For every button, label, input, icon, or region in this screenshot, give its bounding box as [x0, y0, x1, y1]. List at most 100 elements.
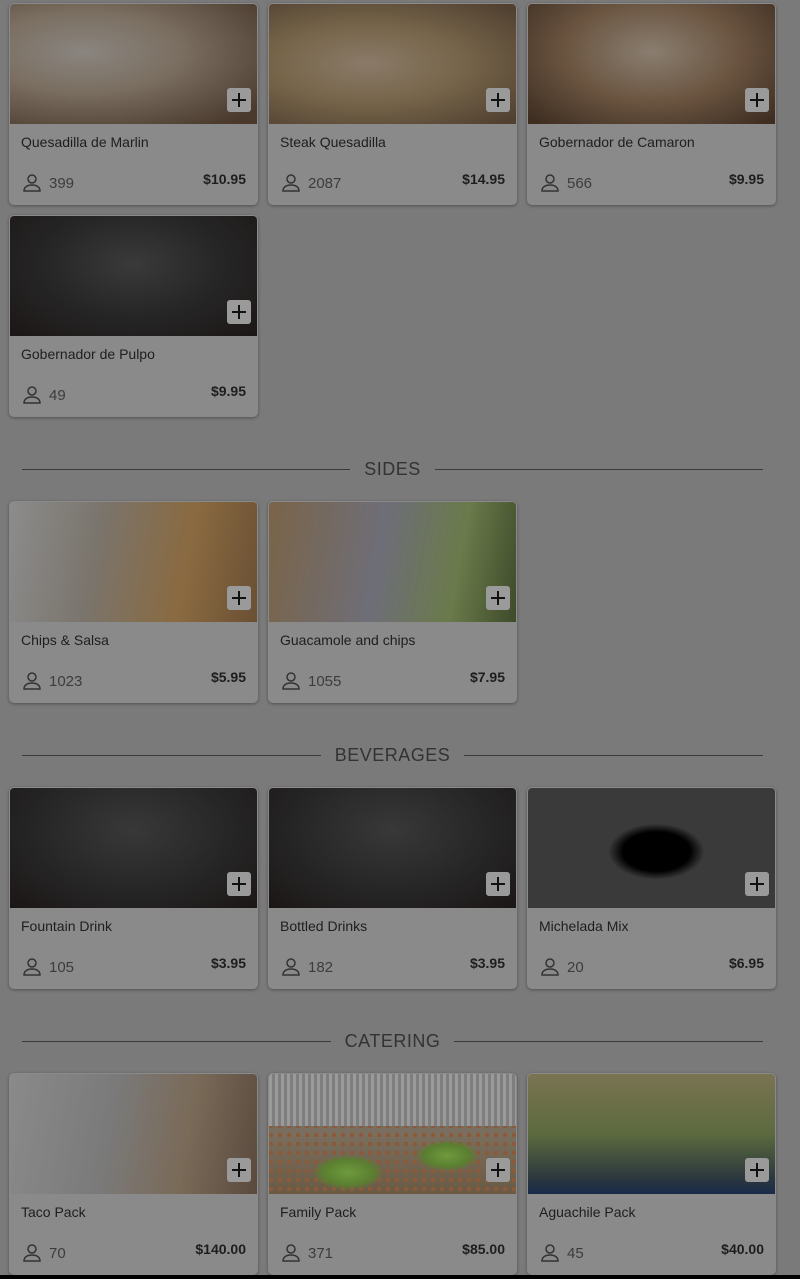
- menu-item-card[interactable]: Guacamole and chips 1055 $7.95: [268, 501, 517, 703]
- plus-icon: [750, 93, 764, 107]
- order-count-value: 1023: [49, 672, 83, 690]
- add-to-cart-button[interactable]: [486, 586, 510, 610]
- item-image: [10, 502, 257, 622]
- section-title: CATERING: [330, 1031, 455, 1051]
- item-price: $9.95: [210, 383, 246, 399]
- person-icon: [282, 958, 300, 976]
- add-to-cart-button[interactable]: [227, 1158, 251, 1182]
- person-icon: [541, 174, 559, 192]
- order-count-value: 566: [567, 174, 593, 192]
- item-image: [528, 1074, 775, 1194]
- add-to-cart-button[interactable]: [227, 586, 251, 610]
- menu-item-card[interactable]: Family Pack 371 $85.00: [268, 1073, 517, 1275]
- add-to-cart-button[interactable]: [227, 300, 251, 324]
- plus-icon: [232, 305, 246, 319]
- person-icon: [282, 174, 300, 192]
- section-title: SIDES: [350, 459, 435, 479]
- person-icon: [23, 174, 41, 192]
- menu-item-card[interactable]: Michelada Mix 20 $6.95: [527, 787, 776, 989]
- order-count-value: 20: [567, 958, 584, 976]
- add-to-cart-button[interactable]: [745, 1158, 769, 1182]
- item-image: [528, 788, 775, 908]
- item-price: $3.95: [210, 955, 246, 971]
- order-count-value: 105: [49, 958, 75, 976]
- item-image: [528, 4, 775, 124]
- item-name: Family Pack: [280, 1204, 357, 1220]
- person-icon: [282, 672, 300, 690]
- add-to-cart-button[interactable]: [486, 88, 510, 112]
- order-count-value: 371: [308, 1244, 334, 1262]
- order-count-value: 45: [567, 1244, 584, 1262]
- add-to-cart-button[interactable]: [745, 88, 769, 112]
- item-image: [10, 216, 257, 336]
- add-to-cart-button[interactable]: [486, 872, 510, 896]
- plus-icon: [232, 591, 246, 605]
- section-header-beverages: BEVERAGES: [22, 744, 763, 766]
- item-price: $6.95: [728, 955, 764, 971]
- menu-item-card[interactable]: Quesadilla de Marlin 399 $10.95: [9, 3, 258, 205]
- person-icon: [282, 1244, 300, 1262]
- add-to-cart-button[interactable]: [486, 1158, 510, 1182]
- item-name: Chips & Salsa: [21, 632, 109, 648]
- order-count: 49: [22, 385, 66, 405]
- order-count-value: 70: [49, 1244, 66, 1262]
- item-name: Gobernador de Pulpo: [21, 346, 155, 362]
- item-price: $14.95: [462, 171, 505, 187]
- plus-icon: [750, 1163, 764, 1177]
- item-price: $7.95: [469, 669, 505, 685]
- order-count: 182: [281, 957, 333, 977]
- person-icon: [23, 672, 41, 690]
- item-name: Aguachile Pack: [539, 1204, 636, 1220]
- menu-item-card[interactable]: Aguachile Pack 45 $40.00: [527, 1073, 776, 1275]
- order-count: 45: [540, 1243, 584, 1263]
- order-count: 399: [22, 173, 74, 193]
- item-price: $40.00: [721, 1241, 764, 1257]
- item-image: [269, 1074, 516, 1194]
- order-count: 1055: [281, 671, 341, 691]
- menu-item-card[interactable]: Chips & Salsa 1023 $5.95: [9, 501, 258, 703]
- plus-icon: [232, 1163, 246, 1177]
- person-icon: [541, 958, 559, 976]
- order-count-value: 1055: [308, 672, 342, 690]
- person-icon: [23, 1244, 41, 1262]
- section-header-catering: CATERING: [22, 1030, 763, 1052]
- item-image: [10, 4, 257, 124]
- order-count-value: 182: [308, 958, 334, 976]
- item-name: Guacamole and chips: [280, 632, 416, 648]
- menu-item-card[interactable]: Bottled Drinks 182 $3.95: [268, 787, 517, 989]
- menu-page: Quesadilla de Marlin 399 $10.95 Steak Qu…: [0, 0, 800, 1279]
- plus-icon: [491, 1163, 505, 1177]
- order-count: 70: [22, 1243, 66, 1263]
- order-count: 2087: [281, 173, 341, 193]
- item-name: Fountain Drink: [21, 918, 113, 934]
- item-price: $3.95: [469, 955, 505, 971]
- add-to-cart-button[interactable]: [745, 872, 769, 896]
- menu-item-card[interactable]: Taco Pack 70 $140.00: [9, 1073, 258, 1275]
- item-price: $5.95: [210, 669, 246, 685]
- menu-item-card[interactable]: Gobernador de Pulpo 49 $9.95: [9, 215, 258, 417]
- order-count: 20: [540, 957, 584, 977]
- item-image: [269, 788, 516, 908]
- person-icon: [23, 958, 41, 976]
- order-count: 105: [22, 957, 74, 977]
- add-to-cart-button[interactable]: [227, 88, 251, 112]
- order-count-value: 2087: [308, 174, 342, 192]
- menu-item-card[interactable]: Steak Quesadilla 2087 $14.95: [268, 3, 517, 205]
- menu-item-card[interactable]: Gobernador de Camaron 566 $9.95: [527, 3, 776, 205]
- item-name: Steak Quesadilla: [280, 134, 386, 150]
- item-image: [269, 4, 516, 124]
- bottom-edge: [0, 1275, 800, 1279]
- plus-icon: [232, 877, 246, 891]
- item-image: [269, 502, 516, 622]
- add-to-cart-button[interactable]: [227, 872, 251, 896]
- order-count: 566: [540, 173, 592, 193]
- person-icon: [541, 1244, 559, 1262]
- menu-item-card[interactable]: Fountain Drink 105 $3.95: [9, 787, 258, 989]
- plus-icon: [491, 93, 505, 107]
- order-count-value: 49: [49, 386, 66, 404]
- item-name: Taco Pack: [21, 1204, 86, 1220]
- order-count: 1023: [22, 671, 82, 691]
- order-count-value: 399: [49, 174, 75, 192]
- item-price: $85.00: [462, 1241, 505, 1257]
- section-title: BEVERAGES: [320, 745, 465, 765]
